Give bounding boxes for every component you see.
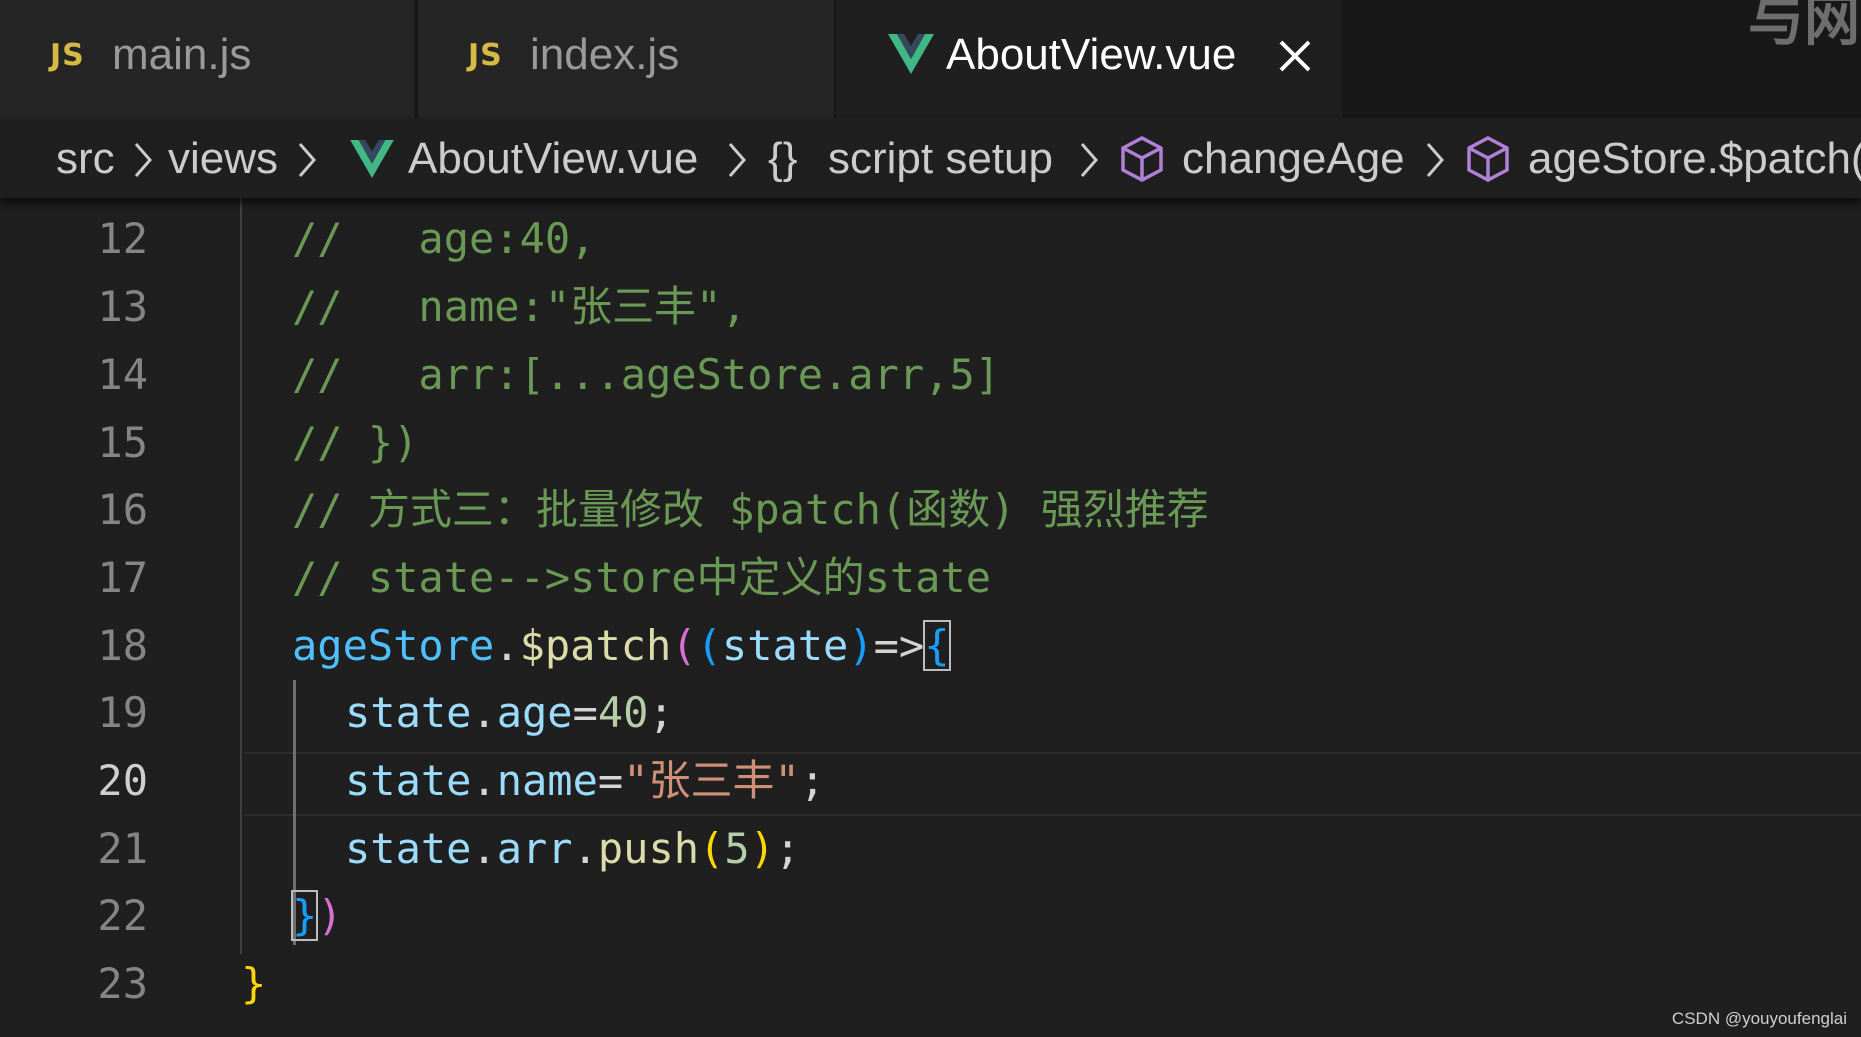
code-token: // state-->store中定义的state: [292, 553, 992, 602]
code-token: // age:40,: [292, 214, 596, 263]
vue-icon: [888, 34, 934, 74]
line-number: 12: [97, 214, 148, 263]
code-token: ): [848, 621, 874, 670]
braces-icon: {}: [768, 134, 798, 183]
tab-index-js[interactable]: JS index.js: [418, 0, 834, 118]
tab-label: index.js: [530, 30, 680, 79]
overlay-text: 与网: [1748, 0, 1860, 54]
breadcrumb-patch[interactable]: ageStore.$patch(: [1528, 134, 1861, 184]
code-line: ageStore.$patch((state)=>{: [292, 620, 951, 671]
chevron-right-icon: [728, 143, 746, 177]
chevron-right-icon: [134, 143, 152, 177]
code-token: state: [345, 688, 472, 737]
code-token: }: [241, 959, 267, 1008]
code-token: ): [317, 891, 343, 940]
code-token: age: [496, 688, 573, 737]
editor-tab-bar: JS main.js JS index.js AboutView.vue 与网: [0, 0, 1861, 118]
breadcrumb-file[interactable]: AboutView.vue: [408, 134, 698, 184]
breadcrumb: src views AboutView.vue {} script setup …: [0, 118, 1861, 198]
code-token: .: [494, 621, 520, 670]
code-line: // age:40,: [292, 214, 595, 264]
code-token: push: [597, 824, 700, 873]
tab-label: AboutView.vue: [946, 30, 1237, 79]
code-line: // 方式三：批量修改 $patch(函数) 强烈推荐: [292, 485, 1209, 535]
line-number: 19: [97, 688, 148, 737]
method-cube-icon: [1121, 136, 1163, 182]
line-number: 17: [97, 553, 148, 602]
code-token: .: [471, 824, 497, 873]
code-token: // }): [292, 418, 419, 467]
code-token: $patch: [519, 621, 672, 670]
close-icon[interactable]: [1275, 36, 1315, 76]
chevron-right-icon: [1426, 143, 1444, 177]
code-line: state.arr.push(5);: [345, 824, 800, 874]
code-token: =>: [873, 621, 925, 670]
code-line: // arr:[...ageStore.arr,5]: [292, 350, 1000, 400]
method-cube-icon: [1467, 136, 1509, 182]
code-token: state: [345, 756, 472, 805]
chevron-right-icon: [1080, 143, 1098, 177]
line-number: 23: [97, 959, 148, 1008]
code-token: name: [496, 756, 598, 805]
tab-main-js[interactable]: JS main.js: [0, 0, 416, 118]
code-token: 40: [597, 688, 649, 737]
line-number: 18: [97, 621, 148, 670]
vue-icon: [350, 140, 394, 178]
line-number: 14: [97, 350, 148, 399]
code-token: state: [345, 824, 472, 873]
tab-label: main.js: [112, 30, 252, 79]
code-token: ): [749, 824, 775, 873]
code-line: // }): [292, 418, 418, 468]
indent-guide: [240, 198, 242, 954]
line-number: 22: [97, 891, 148, 940]
code-token: .: [471, 688, 497, 737]
code-token: 5: [724, 824, 750, 873]
code-token: {: [923, 620, 951, 671]
watermark: CSDN @youyoufenglai: [1671, 1009, 1847, 1028]
code-line: // name:"张三丰",: [292, 282, 747, 332]
code-token: state: [721, 621, 849, 670]
code-token: arr: [496, 824, 573, 873]
line-number: 20: [97, 756, 148, 805]
code-editor[interactable]: 12 // age:40, 13 // name:"张三丰", 14 // arr:[..…: [0, 198, 1861, 1037]
code-token: .: [471, 756, 497, 805]
js-file-icon: JS: [468, 38, 503, 73]
chevron-right-icon: [298, 143, 316, 177]
code-token: (: [671, 621, 697, 670]
js-file-icon: JS: [50, 38, 85, 73]
code-token: (: [696, 621, 722, 670]
breadcrumb-src[interactable]: src: [56, 134, 115, 184]
code-token: .: [572, 824, 598, 873]
breadcrumb-script-setup[interactable]: script setup: [828, 134, 1053, 184]
line-number: 13: [97, 282, 148, 331]
code-line: // state-->store中定义的state: [292, 553, 991, 603]
code-token: (: [699, 824, 725, 873]
breadcrumb-changeage[interactable]: changeAge: [1182, 134, 1405, 184]
code-token: "张三丰": [623, 756, 800, 805]
line-number: 21: [97, 824, 148, 873]
code-line: }: [241, 959, 266, 1009]
code-token: ;: [774, 824, 801, 873]
code-line: state.age=40;: [345, 688, 674, 738]
code-token: // name:"张三丰",: [292, 282, 747, 331]
code-token: }: [290, 890, 319, 941]
breadcrumb-views[interactable]: views: [168, 134, 278, 184]
code-token: =: [597, 756, 624, 805]
code-token: // arr:[...ageStore.arr,5]: [292, 350, 1001, 399]
code-token: ageStore: [292, 621, 495, 670]
code-token: ;: [648, 688, 674, 737]
code-token: ;: [799, 756, 826, 805]
code-line: }): [290, 890, 343, 941]
tab-aboutview-vue[interactable]: AboutView.vue: [836, 0, 1342, 118]
code-line: state.name="张三丰";: [345, 756, 825, 806]
code-token: =: [572, 688, 598, 737]
code-token: // 方式三：批量修改 $patch(函数) 强烈推荐: [292, 485, 1209, 534]
line-number: 16: [97, 485, 148, 534]
line-number: 15: [97, 418, 148, 467]
